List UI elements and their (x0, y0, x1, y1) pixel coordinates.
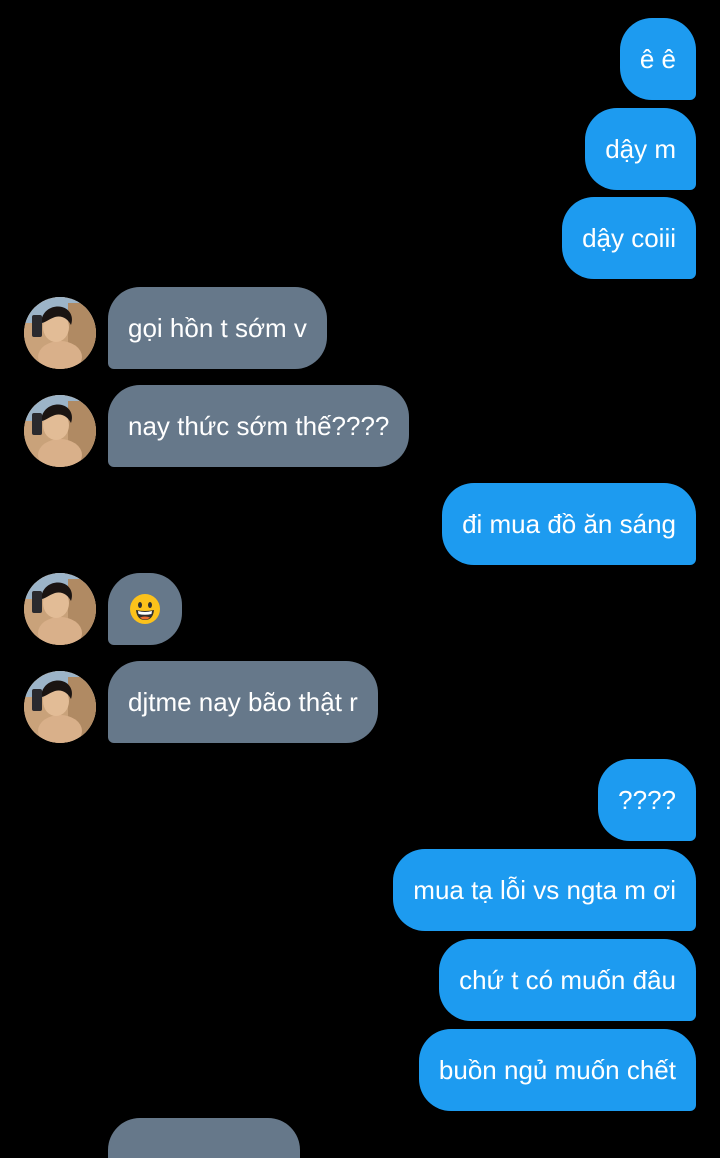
contact-avatar-photo-icon (24, 671, 96, 743)
sent-message-bubble[interactable]: ê ê (619, 18, 696, 100)
received-message-bubble-partial[interactable] (108, 1118, 300, 1158)
message-text: dậy coiii (582, 223, 676, 253)
contact-avatar-photo-icon (24, 297, 96, 369)
message-text: buồn ngủ muốn chết (438, 1055, 676, 1085)
contact-avatar[interactable] (24, 297, 96, 369)
received-message-bubble[interactable] (108, 573, 182, 645)
contact-avatar[interactable] (24, 573, 96, 645)
sent-message-bubble[interactable]: dậy m (585, 108, 696, 190)
sent-message-bubble[interactable]: chứ t có muốn đâu (439, 939, 696, 1021)
message-text: djtme nay bão thật r (128, 687, 358, 717)
message-text: chứ t có muốn đâu (459, 965, 676, 995)
received-message-bubble[interactable]: gọi hồn t sớm v (108, 287, 327, 369)
chat-thread[interactable]: ê ê dậy m dậy coiii gọi hồn t sớm v nay … (0, 0, 720, 1158)
sent-message-bubble[interactable]: đi mua đồ ăn sáng (442, 483, 696, 565)
sent-message-bubble[interactable]: dậy coiii (562, 197, 696, 279)
contact-avatar[interactable] (24, 395, 96, 467)
contact-avatar[interactable] (24, 671, 96, 743)
message-text: gọi hồn t sớm v (128, 313, 307, 343)
message-text: đi mua đồ ăn sáng (462, 509, 676, 539)
received-message-bubble[interactable]: nay thức sớm thế???? (108, 385, 410, 467)
sent-message-bubble[interactable]: ???? (598, 759, 696, 841)
message-text: nay thức sớm thế???? (128, 411, 390, 441)
message-text: ê ê (639, 44, 676, 74)
sent-message-bubble[interactable]: buồn ngủ muốn chết (418, 1029, 696, 1111)
contact-avatar-photo-icon (24, 395, 96, 467)
message-text: dậy m (605, 134, 676, 164)
contact-avatar-photo-icon (24, 573, 96, 645)
message-text: ???? (618, 785, 676, 815)
received-message-bubble[interactable]: djtme nay bão thật r (108, 661, 378, 743)
grinning-face-emoji-icon (130, 594, 160, 625)
sent-message-bubble[interactable]: mua tạ lỗi vs ngta m ơi (393, 849, 696, 931)
message-text: mua tạ lỗi vs ngta m ơi (413, 875, 676, 905)
